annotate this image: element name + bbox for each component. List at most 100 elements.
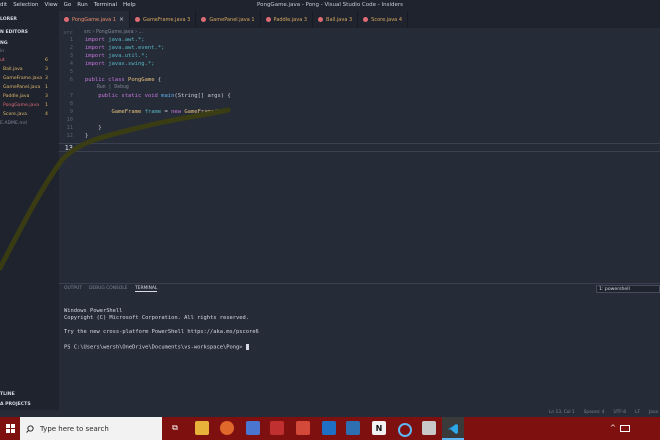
tab-gameframe[interactable]: GameFrame.java 3 bbox=[130, 11, 197, 28]
file-paddle[interactable]: Paddle.java bbox=[3, 94, 29, 99]
firefox-icon[interactable] bbox=[220, 421, 234, 435]
java-projects-header[interactable]: A PROJECTS bbox=[0, 402, 31, 407]
vscode-icon bbox=[448, 423, 458, 434]
task-view-icon[interactable]: ⧉ bbox=[168, 421, 182, 435]
file-ponggame[interactable]: PongGame.java bbox=[3, 103, 39, 108]
status-spaces[interactable]: Spaces: 4 bbox=[584, 410, 605, 415]
folder-out[interactable]: ut bbox=[0, 58, 5, 63]
explorer-sidebar: LORER N EDITORS NG in ut 6 Ball.java 3 G… bbox=[0, 11, 59, 417]
tab-ponggame[interactable]: PongGame.java 1 × bbox=[59, 11, 130, 28]
system-tray[interactable]: ^ bbox=[610, 423, 650, 433]
line-number: 9 bbox=[69, 109, 73, 115]
window-title: PongGame.java - Pong - Visual Studio Cod… bbox=[256, 2, 404, 8]
paint-icon[interactable] bbox=[422, 421, 436, 435]
code-line: import java.util.*; bbox=[85, 53, 148, 59]
vscode-taskbar-button[interactable] bbox=[442, 417, 464, 440]
java-file-icon bbox=[135, 17, 140, 22]
file-gamepanel[interactable]: GamePanel.java bbox=[3, 85, 40, 90]
file-badge: 4 bbox=[45, 112, 48, 117]
project-header[interactable]: NG bbox=[0, 41, 8, 46]
terminal-line: Windows PowerShell bbox=[64, 308, 123, 314]
editor-tabs: PongGame.java 1 × GameFrame.java 3 GamePa… bbox=[59, 11, 660, 28]
status-position[interactable]: Ln 13, Col 1 bbox=[549, 410, 575, 415]
codelens-run-debug[interactable]: Run | Debug bbox=[97, 85, 129, 90]
line-number: 11 bbox=[66, 125, 73, 131]
java-file-icon bbox=[318, 17, 324, 22]
file-readme[interactable]: E.ADME.md bbox=[0, 121, 27, 126]
tab-paddle[interactable]: Paddle.java 3 bbox=[261, 11, 314, 28]
status-bar: Ln 13, Col 1 Spaces: 4 UTF-8 LF Java bbox=[0, 410, 660, 417]
java-file-icon bbox=[363, 17, 369, 22]
photos-icon[interactable] bbox=[270, 421, 284, 435]
breadcrumb[interactable]: src › PongGame.java › ... bbox=[84, 30, 143, 35]
line-number: 5 bbox=[69, 69, 73, 75]
line-number: 2 bbox=[69, 45, 73, 51]
open-editors-header[interactable]: N EDITORS bbox=[0, 30, 28, 35]
gutter-label: src bbox=[63, 30, 73, 36]
java-file-icon bbox=[265, 17, 271, 22]
battery-icon[interactable] bbox=[619, 424, 630, 432]
file-badge: 1 bbox=[45, 103, 48, 108]
status-language[interactable]: Java bbox=[649, 410, 658, 415]
file-badge: 1 bbox=[45, 85, 48, 90]
current-line-number: 13 bbox=[64, 144, 73, 152]
line-number: 10 bbox=[66, 117, 73, 123]
tab-score[interactable]: Score.java 4 bbox=[358, 11, 408, 28]
outlook-icon[interactable] bbox=[322, 421, 336, 435]
terminal-line: Try the new cross-platform PowerShell ht… bbox=[64, 329, 259, 335]
file-score[interactable]: Score.java bbox=[3, 112, 27, 117]
current-line-highlight bbox=[59, 143, 660, 152]
line-number: 12 bbox=[66, 133, 73, 139]
file-badge: 3 bbox=[45, 76, 48, 81]
chrome-icon[interactable] bbox=[246, 421, 260, 435]
code-line: GameFrame frame = new GameFrame(); bbox=[85, 109, 225, 115]
file-explorer-icon[interactable] bbox=[195, 421, 209, 435]
windows-logo-icon bbox=[5, 424, 15, 433]
status-encoding[interactable]: UTF-8 bbox=[614, 410, 627, 415]
file-ball[interactable]: Ball.java bbox=[3, 67, 23, 72]
search-icon bbox=[26, 424, 34, 433]
code-editor[interactable]: src › PongGame.java › ... src 1 2 3 4 5 … bbox=[59, 28, 660, 283]
file-badge: 3 bbox=[45, 67, 48, 72]
mail-icon[interactable] bbox=[296, 421, 310, 435]
code-line: import java.awt.*; bbox=[85, 37, 145, 43]
chevron-up-icon[interactable]: ^ bbox=[610, 424, 616, 432]
tab-output[interactable]: OUTPUT bbox=[64, 286, 82, 291]
line-number: 6 bbox=[69, 77, 73, 83]
code-line: import javax.swing.*; bbox=[85, 61, 155, 67]
windows-taskbar: Type here to search ⧉ N ^ bbox=[0, 417, 660, 440]
line-number: 1 bbox=[69, 37, 73, 43]
explorer-header: LORER bbox=[0, 17, 17, 22]
tab-debug-console[interactable]: DEBUG CONSOLE bbox=[89, 286, 127, 291]
java-file-icon bbox=[64, 17, 69, 22]
line-number: 7 bbox=[69, 93, 73, 99]
calendar-icon[interactable] bbox=[346, 421, 360, 435]
code-line: public static void main(String[] args) { bbox=[85, 93, 231, 99]
terminal-shell-select[interactable]: 1: powershell bbox=[596, 285, 660, 293]
terminal-cursor bbox=[245, 344, 249, 350]
close-icon[interactable]: × bbox=[119, 16, 124, 23]
bottom-panel: OUTPUT DEBUG CONSOLE TERMINAL 1: powersh… bbox=[59, 283, 660, 413]
line-number: 4 bbox=[69, 61, 73, 67]
terminal-line: Copyright (C) Microsoft Corporation. All… bbox=[64, 315, 249, 321]
line-number: 3 bbox=[69, 53, 73, 59]
windows-start-button[interactable] bbox=[0, 417, 20, 440]
taskbar-search-box[interactable]: Type here to search bbox=[20, 417, 162, 440]
cortana-icon[interactable] bbox=[398, 423, 412, 437]
code-line: } bbox=[85, 133, 89, 139]
code-line: import java.awt.event.*; bbox=[85, 45, 165, 51]
line-number: 8 bbox=[69, 101, 73, 107]
search-placeholder: Type here to search bbox=[40, 424, 109, 433]
folder-badge: 6 bbox=[45, 58, 48, 63]
outline-header[interactable]: TLINE bbox=[0, 392, 15, 397]
status-eol[interactable]: LF bbox=[635, 410, 640, 415]
folder-bin[interactable]: in bbox=[0, 49, 4, 54]
tab-terminal[interactable]: TERMINAL bbox=[135, 286, 158, 292]
notion-icon[interactable]: N bbox=[372, 421, 386, 435]
tab-ball[interactable]: Ball.java 3 bbox=[313, 11, 359, 28]
code-line: public class PongGame { bbox=[85, 77, 162, 83]
tab-gamepanel[interactable]: GamePanel.java 1 bbox=[196, 11, 261, 28]
file-gameframe[interactable]: GameFrame.java bbox=[3, 76, 42, 81]
terminal-prompt[interactable]: PS C:\Users\wersh\OneDrive\Documents\vs-… bbox=[64, 344, 249, 351]
java-file-icon bbox=[201, 17, 207, 22]
